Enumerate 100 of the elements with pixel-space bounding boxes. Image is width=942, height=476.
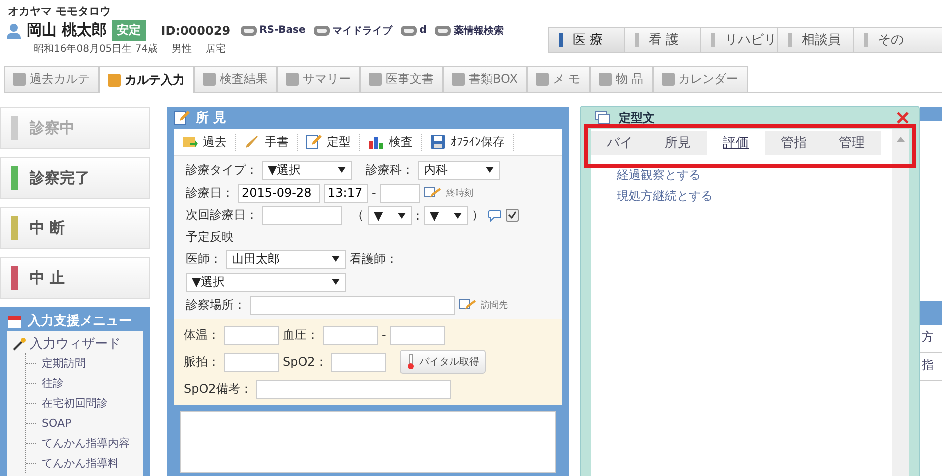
type-select[interactable]: ▼選択 — [262, 160, 352, 180]
dropdown-caret-icon — [332, 256, 340, 262]
template-item[interactable]: 現処方継続とする — [617, 186, 892, 207]
next-date-field[interactable] — [262, 206, 342, 225]
speech-bubble-icon — [488, 210, 502, 222]
template-tab[interactable]: バイ — [591, 131, 649, 155]
temperature-field[interactable] — [224, 326, 279, 344]
field-label: 看護師： — [350, 250, 398, 268]
drive-icon — [434, 24, 452, 38]
blood-pressure-field[interactable] — [390, 326, 446, 344]
hour-select[interactable]: ▼ — [368, 206, 412, 225]
minute-select[interactable]: ▼ — [424, 206, 468, 225]
save-icon — [430, 134, 446, 150]
scroll-up-icon[interactable] — [896, 137, 904, 142]
page-tab[interactable]: カレンダー — [652, 66, 748, 92]
paren-close: ） — [472, 207, 484, 224]
page-tab[interactable]: 医事文書 — [360, 66, 443, 92]
field-label: 診療科： — [366, 162, 414, 178]
status-button[interactable]: 診察完了 — [0, 157, 150, 199]
menu-title: 入力支援メニュー — [28, 312, 132, 330]
close-icon[interactable] — [897, 112, 909, 124]
pulse-field[interactable] — [224, 352, 279, 372]
field-label: 体温： — [184, 326, 220, 344]
role-tab[interactable]: 相談員 — [777, 28, 853, 52]
dropdown-caret-icon — [398, 212, 406, 218]
pencil-icon — [459, 298, 477, 312]
start-time-field[interactable]: 13:17 — [324, 184, 368, 202]
end-time-field[interactable] — [380, 184, 420, 202]
toolbar-button[interactable]: 定型 — [298, 134, 360, 150]
panel-header-bar — [920, 301, 942, 325]
menu-item[interactable]: SOAP — [42, 416, 72, 430]
findings-text-area[interactable] — [180, 411, 556, 473]
drive-link[interactable]: マイドライブ — [312, 24, 393, 38]
residence-type: 居宅 — [206, 42, 226, 56]
drive-icon — [312, 24, 331, 38]
role-tab[interactable]: 看 護 — [624, 28, 700, 52]
date-field[interactable]: 2015-09-28 — [238, 184, 320, 202]
reflect-checkbox[interactable] — [506, 209, 520, 222]
role-tab[interactable]: その — [853, 28, 942, 52]
field-label: 次回診療日： — [186, 207, 258, 224]
panel-header-bar — [920, 107, 942, 121]
page-tab[interactable]: 検査結果 — [194, 66, 277, 92]
field-label: 血圧： — [283, 326, 319, 344]
patient-name: 岡山 桃太郎 — [27, 21, 108, 40]
status-button[interactable]: 中 断 — [0, 207, 150, 249]
department-select[interactable]: 内科 — [418, 160, 500, 180]
toolbar-button[interactable]: 過去 — [174, 134, 236, 150]
drive-link[interactable]: 薬情報検索 — [434, 24, 504, 38]
role-tab[interactable]: 医 療 — [548, 28, 624, 52]
page-tab[interactable]: メ モ — [526, 66, 590, 92]
status-button[interactable]: 中 止 — [0, 257, 150, 299]
toolbar-button[interactable]: 検査 — [360, 134, 422, 150]
field-label: SpO2備考： — [184, 380, 252, 398]
brush-icon — [244, 134, 260, 150]
status-badge: 安定 — [112, 20, 146, 41]
doctor-select[interactable]: 山田太郎 — [226, 250, 346, 268]
menu-item[interactable]: 往診 — [42, 376, 64, 390]
menu-item[interactable]: 定期訪問 — [42, 356, 86, 370]
end-time-link[interactable]: 終時刻 — [446, 186, 474, 200]
dropdown-caret-icon — [332, 279, 340, 285]
menu-item[interactable]: てんかん指導料 — [42, 456, 119, 470]
spo2-note-field[interactable] — [256, 380, 452, 398]
field-label: 診察場所： — [186, 296, 246, 314]
page-tab[interactable]: 物 品 — [590, 66, 653, 92]
page-tab[interactable]: カルテ入力 — [99, 66, 194, 93]
dropdown-caret-icon — [454, 212, 462, 218]
template-item[interactable]: 経過観察とする — [617, 165, 892, 186]
field-label: 脈拍： — [184, 354, 220, 370]
patient-kana: オカヤマ モモタロウ — [8, 4, 112, 19]
blood-pressure-field[interactable] — [323, 326, 378, 344]
toolbar-button[interactable]: ｵﾌﾗｲﾝ保存 — [422, 134, 514, 150]
drive-link[interactable]: RS-Base — [240, 24, 306, 38]
dropdown-caret-icon — [338, 167, 346, 173]
drive-link[interactable]: d — [400, 24, 427, 38]
template-tab[interactable]: 管指 — [765, 131, 823, 155]
menu-item[interactable]: 入力ウィザード — [30, 335, 121, 353]
thermometer-icon — [407, 354, 416, 370]
field-label: 診療タイプ： — [186, 162, 258, 178]
paren-open: （ — [352, 207, 364, 224]
birth-date: 昭和16年08月05日生 74歳 — [34, 42, 158, 56]
spo2-field[interactable] — [331, 352, 386, 372]
dropdown-caret-icon — [486, 167, 494, 173]
vital-button[interactable]: バイタル取得 — [400, 350, 486, 374]
menu-item[interactable]: 在宅初回問診 — [42, 396, 108, 410]
page-tab[interactable]: 書類BOX — [443, 66, 527, 92]
template-tab[interactable]: 所見 — [649, 131, 707, 155]
scrollbar[interactable] — [892, 129, 909, 476]
page-tab[interactable]: サマリー — [277, 66, 360, 92]
drive-icon — [400, 24, 418, 38]
toolbar-button[interactable]: 手書 — [236, 134, 298, 150]
template-tab[interactable]: 管理 — [823, 131, 881, 155]
page-tab[interactable]: 過去カルテ — [4, 66, 99, 92]
role-tab[interactable]: リハビリ — [700, 28, 777, 52]
place-field[interactable] — [250, 296, 455, 314]
nurse-select[interactable]: ▼選択 — [186, 272, 346, 292]
patient-id: ID:000029 — [161, 24, 231, 38]
field-label: SpO2： — [283, 354, 328, 370]
menu-item[interactable]: てんかん指導内容 — [42, 436, 130, 450]
bp-separator: - — [382, 328, 386, 342]
visit-link[interactable]: 訪問先 — [481, 298, 508, 312]
